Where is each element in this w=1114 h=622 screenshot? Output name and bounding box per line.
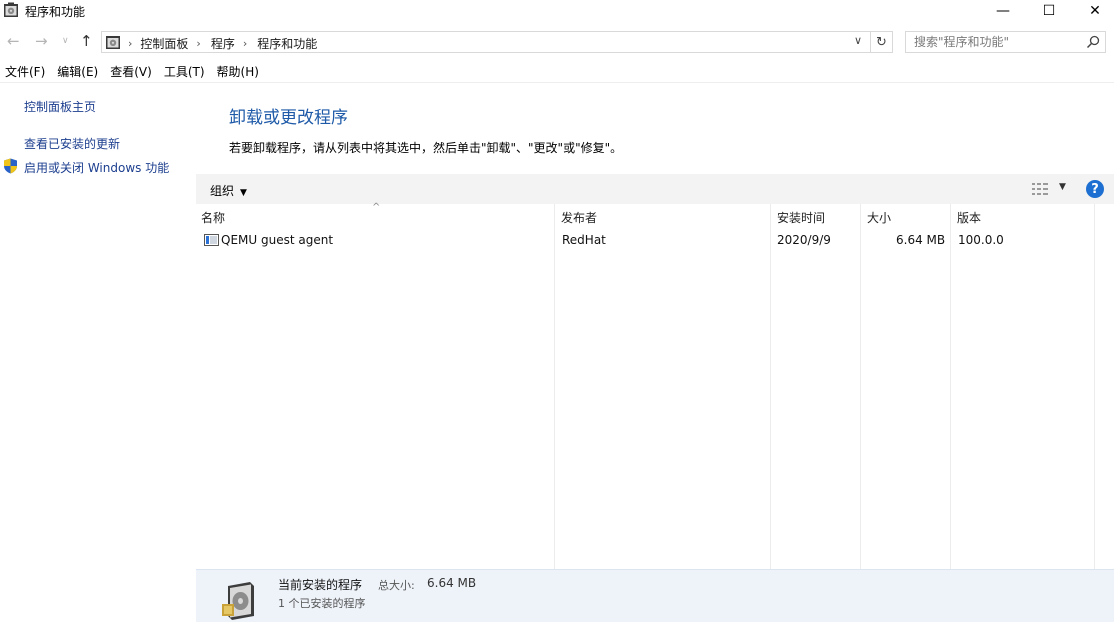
page-title: 卸载或更改程序 <box>229 108 348 128</box>
view-options-dropdown-icon[interactable]: ▼ <box>1059 182 1066 192</box>
menu-tools[interactable]: 工具(T) <box>158 62 211 82</box>
breadcrumb-programs[interactable]: 程序 <box>211 35 235 52</box>
turn-windows-features-link[interactable]: 启用或关闭 Windows 功能 <box>24 159 169 176</box>
maximize-button[interactable]: ☐ <box>1026 0 1072 22</box>
left-task-pane: 控制面板主页 查看已安装的更新 启用或关闭 Windows 功能 <box>0 83 196 622</box>
installed-count: 1 个已安装的程序 <box>278 597 366 610</box>
minimize-button[interactable]: — <box>980 0 1026 22</box>
column-divider <box>554 204 555 569</box>
column-header-size[interactable]: 大小 <box>867 209 891 226</box>
recent-locations-chevron-icon[interactable]: ∨ <box>62 36 69 46</box>
control-panel-location-icon <box>106 36 120 49</box>
view-details-icon[interactable] <box>1031 182 1049 196</box>
search-icon[interactable] <box>1086 35 1100 49</box>
address-dropdown-icon[interactable]: ∨ <box>854 34 862 47</box>
breadcrumb: › 控制面板 › 程序 › 程序和功能 <box>126 35 317 52</box>
search-box[interactable] <box>905 31 1106 53</box>
column-header-name[interactable]: 名称 <box>201 209 225 226</box>
column-divider <box>1094 204 1095 569</box>
address-bar[interactable]: › 控制面板 › 程序 › 程序和功能 ∨ <box>101 31 871 53</box>
column-header-installed-on[interactable]: 安装时间 <box>777 209 825 226</box>
menu-view[interactable]: 查看(V) <box>104 62 158 82</box>
organize-label: 组织 <box>210 184 235 198</box>
breadcrumb-programs-and-features[interactable]: 程序和功能 <box>257 35 317 52</box>
title-bar: 程序和功能 — ☐ ✕ <box>0 0 1114 22</box>
window-title: 程序和功能 <box>25 5 86 19</box>
menu-bar: 文件(F) 编辑(E) 查看(V) 工具(T) 帮助(H) <box>0 62 265 82</box>
help-icon[interactable]: ? <box>1086 180 1104 198</box>
program-installed-date: 2020/9/9 <box>777 233 831 247</box>
page-description: 若要卸载程序，请从列表中将其选中，然后单击"卸载"、"更改"或"修复"。 <box>229 141 623 155</box>
view-installed-updates-link[interactable]: 查看已安装的更新 <box>24 135 120 152</box>
table-row[interactable]: QEMU guest agent RedHat 2020/9/9 6.64 MB… <box>196 232 1114 252</box>
command-toolbar: 组织 ▼ ▼ ? <box>196 174 1114 204</box>
chevron-right-icon[interactable]: › <box>196 37 200 50</box>
column-divider <box>770 204 771 569</box>
total-size-label: 总大小: <box>378 579 415 592</box>
forward-arrow-icon[interactable]: → <box>35 32 48 50</box>
refresh-button[interactable]: ↻ <box>871 31 893 53</box>
installed-programs-icon <box>222 582 254 620</box>
program-version: 100.0.0 <box>958 233 1004 247</box>
column-divider <box>950 204 951 569</box>
caret-down-icon: ▼ <box>240 188 247 198</box>
details-pane: 当前安装的程序 总大小: 6.64 MB 1 个已安装的程序 <box>196 569 1114 622</box>
chevron-right-icon[interactable]: › <box>243 37 247 50</box>
menu-help[interactable]: 帮助(H) <box>211 62 265 82</box>
details-title: 当前安装的程序 <box>278 578 363 592</box>
uac-shield-icon <box>4 158 17 174</box>
close-button[interactable]: ✕ <box>1072 0 1114 22</box>
column-header-version[interactable]: 版本 <box>957 209 981 226</box>
program-icon <box>204 234 219 246</box>
breadcrumb-control-panel[interactable]: 控制面板 <box>140 35 188 52</box>
program-name: QEMU guest agent <box>221 233 334 247</box>
chevron-right-icon[interactable]: › <box>128 37 132 50</box>
sort-ascending-icon: ^ <box>372 202 381 213</box>
column-header-publisher[interactable]: 发布者 <box>561 209 597 226</box>
column-divider <box>860 204 861 569</box>
total-size-value: 6.64 MB <box>427 576 477 590</box>
program-publisher: RedHat <box>562 233 606 247</box>
navigation-bar: ← → ∨ ↑ › 控制面板 › 程序 › 程序和功能 ∨ ↻ <box>0 28 1114 56</box>
control-panel-home-link[interactable]: 控制面板主页 <box>24 98 96 115</box>
programs-list: ^ 名称 发布者 安装时间 大小 版本 QEMU guest agent Red… <box>196 202 1114 569</box>
back-arrow-icon[interactable]: ← <box>7 32 20 50</box>
search-input[interactable] <box>906 32 1081 52</box>
menu-edit[interactable]: 编辑(E) <box>51 62 104 82</box>
program-size: 6.64 MB <box>896 233 946 247</box>
menu-file[interactable]: 文件(F) <box>0 62 51 82</box>
programs-and-features-icon <box>4 2 18 17</box>
organize-button[interactable]: 组织 ▼ <box>210 182 247 199</box>
up-arrow-icon[interactable]: ↑ <box>80 32 93 50</box>
